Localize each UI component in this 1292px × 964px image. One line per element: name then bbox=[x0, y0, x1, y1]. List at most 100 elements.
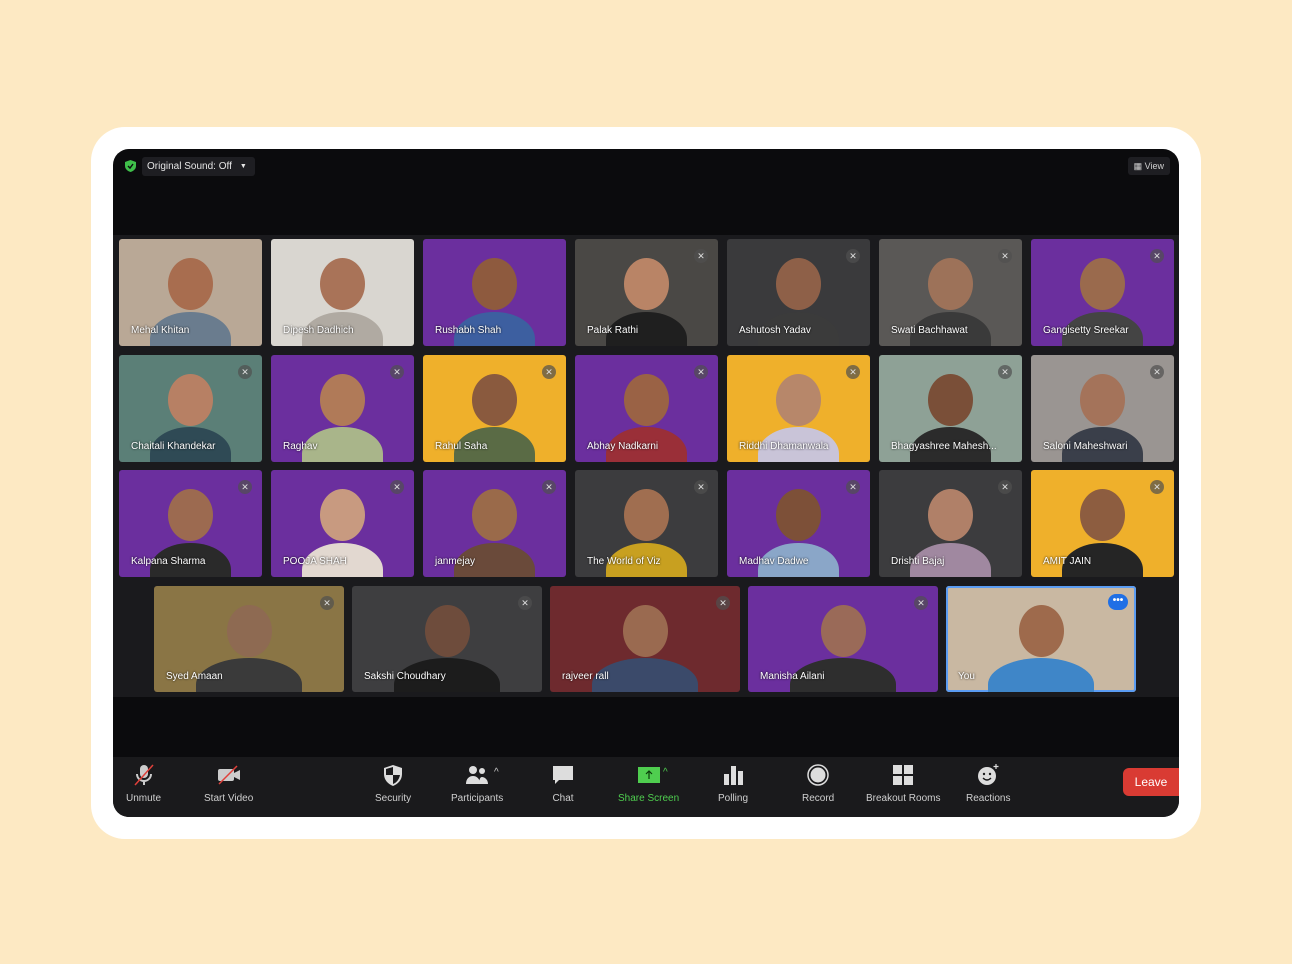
participant-tile[interactable]: Syed Amaan ✕ bbox=[154, 586, 344, 692]
participant-video-face bbox=[776, 258, 821, 310]
muted-microphone-icon: ✕ bbox=[998, 480, 1012, 494]
participant-tile[interactable]: The World of Viz ✕ bbox=[575, 470, 718, 577]
original-sound-label: Original Sound: Off bbox=[147, 161, 232, 172]
original-sound-toggle[interactable]: Original Sound: Off ▼ bbox=[142, 157, 255, 176]
participant-tile[interactable]: Manisha Ailani ✕ bbox=[748, 586, 938, 692]
participant-name: Ashutosh Yadav bbox=[739, 325, 811, 336]
reactions-button[interactable]: Reactions bbox=[966, 763, 1010, 804]
muted-microphone-icon: ✕ bbox=[320, 596, 334, 610]
participant-tile[interactable]: Madhav Dadwe ✕ bbox=[727, 470, 870, 577]
participant-name: POOJA SHAH bbox=[283, 556, 347, 567]
share-screen-label: Share Screen bbox=[618, 793, 680, 804]
participant-name: Kalpana Sharma bbox=[131, 556, 206, 567]
chat-bubble-icon bbox=[553, 766, 573, 784]
participant-tile[interactable]: janmejay ✕ bbox=[423, 470, 566, 577]
polling-bar-chart-icon bbox=[724, 766, 744, 785]
share-screen-icon bbox=[637, 767, 660, 783]
muted-microphone-icon: ✕ bbox=[694, 364, 708, 379]
start-video-button[interactable]: Start Video bbox=[204, 763, 253, 804]
view-button[interactable]: ▦ View bbox=[1127, 157, 1170, 175]
participant-name: Riddhi Dhamanwala bbox=[739, 440, 829, 452]
participant-tile[interactable]: Dipesh Dadhich bbox=[271, 239, 414, 346]
participant-tile[interactable]: AMIT JAIN ✕ bbox=[1031, 470, 1174, 577]
participant-name: Raghav bbox=[283, 440, 318, 452]
participant-video-face bbox=[320, 373, 365, 426]
participant-tile[interactable]: Riddhi Dhamanwala ✕ bbox=[727, 354, 870, 462]
participant-video-face bbox=[624, 489, 669, 541]
participant-name: Manisha Ailani bbox=[760, 671, 825, 682]
share-screen-button[interactable]: Share Screen bbox=[618, 763, 679, 804]
participant-video-face bbox=[226, 605, 272, 657]
participant-name: Abhay Nadkarni bbox=[587, 440, 659, 452]
participant-tile[interactable]: Raghav ✕ bbox=[271, 354, 414, 462]
muted-microphone-icon: ✕ bbox=[694, 480, 708, 494]
polling-button[interactable]: Polling bbox=[718, 763, 748, 804]
participant-tile[interactable]: Kalpana Sharma ✕ bbox=[119, 470, 262, 577]
participant-tile[interactable]: Palak Rathi ✕ bbox=[575, 239, 718, 346]
participant-tile[interactable]: Chaitali Khandekar ✕ bbox=[119, 354, 262, 462]
self-video-tile[interactable]: You ••• bbox=[946, 586, 1136, 692]
participant-tile[interactable]: Ashutosh Yadav ✕ bbox=[727, 239, 870, 346]
muted-microphone-icon: ✕ bbox=[1150, 364, 1164, 379]
security-label: Security bbox=[375, 793, 412, 804]
security-button[interactable]: Security bbox=[375, 763, 411, 804]
muted-microphone-icon: ✕ bbox=[846, 480, 860, 494]
participants-icon bbox=[466, 766, 489, 784]
participant-tile[interactable]: POOJA SHAH ✕ bbox=[271, 470, 414, 577]
participant-tile[interactable]: Gangisetty Sreekar ✕ bbox=[1031, 239, 1174, 346]
muted-microphone-icon: ✕ bbox=[542, 364, 556, 379]
polling-label: Polling bbox=[718, 793, 749, 804]
participant-name: Saloni Maheshwari bbox=[1043, 440, 1128, 452]
participant-video-face bbox=[1080, 373, 1125, 426]
participant-tile[interactable]: Drishti Bajaj ✕ bbox=[879, 470, 1022, 577]
muted-microphone-icon: ✕ bbox=[716, 596, 730, 610]
muted-microphone-icon: ✕ bbox=[238, 480, 252, 494]
participant-tile[interactable]: Abhay Nadkarni ✕ bbox=[575, 354, 718, 462]
participant-name: AMIT JAIN bbox=[1043, 556, 1092, 567]
participant-tile[interactable]: Rahul Saha ✕ bbox=[423, 354, 566, 462]
participants-caret-icon[interactable]: ^ bbox=[494, 767, 499, 778]
participant-tile[interactable]: Rushabh Shah bbox=[423, 239, 566, 346]
share-screen-caret-icon[interactable]: ^ bbox=[663, 767, 668, 778]
participant-name: You bbox=[958, 671, 975, 682]
participant-name: Syed Amaan bbox=[166, 671, 223, 682]
participant-tile[interactable]: Sakshi Choudhary ✕ bbox=[352, 586, 542, 692]
participant-tile[interactable]: rajveer rall ✕ bbox=[550, 586, 740, 692]
participant-video-face bbox=[472, 373, 517, 426]
muted-microphone-icon: ✕ bbox=[390, 480, 404, 494]
participant-video-face bbox=[624, 258, 669, 310]
gallery-grid: Mehal Khitan Dipesh Dadhich Rushabh Shah… bbox=[113, 235, 1179, 697]
zoom-meeting-window: Original Sound: Off ▼ ▦ View Mehal Khita… bbox=[113, 149, 1179, 817]
security-shield-icon[interactable] bbox=[125, 160, 136, 172]
participant-name: Bhagyashree Mahesh... bbox=[891, 440, 997, 452]
breakout-rooms-button[interactable]: Breakout Rooms bbox=[866, 763, 940, 804]
participant-video-face bbox=[928, 489, 973, 541]
security-shield-icon bbox=[384, 765, 403, 786]
record-label: Record bbox=[802, 793, 835, 804]
chat-button[interactable]: Chat bbox=[551, 763, 575, 804]
participant-tile[interactable]: Saloni Maheshwari ✕ bbox=[1031, 354, 1174, 462]
participants-label: Participants bbox=[451, 793, 504, 804]
participant-tile[interactable]: Mehal Khitan bbox=[119, 239, 262, 346]
participant-video-face bbox=[624, 373, 669, 426]
participant-tile[interactable]: Swati Bachhawat ✕ bbox=[879, 239, 1022, 346]
record-icon bbox=[807, 764, 829, 786]
leave-button[interactable]: Leave bbox=[1123, 768, 1179, 796]
participant-name: Sakshi Choudhary bbox=[364, 671, 446, 682]
muted-microphone-icon: ✕ bbox=[1150, 249, 1164, 263]
participant-video-face bbox=[168, 258, 213, 310]
muted-microphone-icon: ✕ bbox=[390, 364, 404, 379]
muted-microphone-icon: ✕ bbox=[998, 364, 1012, 379]
participant-tile[interactable]: Bhagyashree Mahesh... ✕ bbox=[879, 354, 1022, 462]
muted-microphone-icon: ✕ bbox=[518, 596, 532, 610]
participant-name: Mehal Khitan bbox=[131, 325, 190, 336]
participant-video-face bbox=[1018, 605, 1064, 657]
participant-name: janmejay bbox=[435, 556, 476, 567]
participant-video-face bbox=[622, 605, 668, 657]
view-label: View bbox=[1144, 161, 1164, 171]
more-options-icon[interactable]: ••• bbox=[1108, 594, 1128, 610]
record-button[interactable]: Record bbox=[802, 763, 834, 804]
chat-label: Chat bbox=[552, 793, 574, 804]
participant-video-body bbox=[987, 658, 1095, 692]
unmute-button[interactable]: Unmute bbox=[126, 763, 161, 804]
